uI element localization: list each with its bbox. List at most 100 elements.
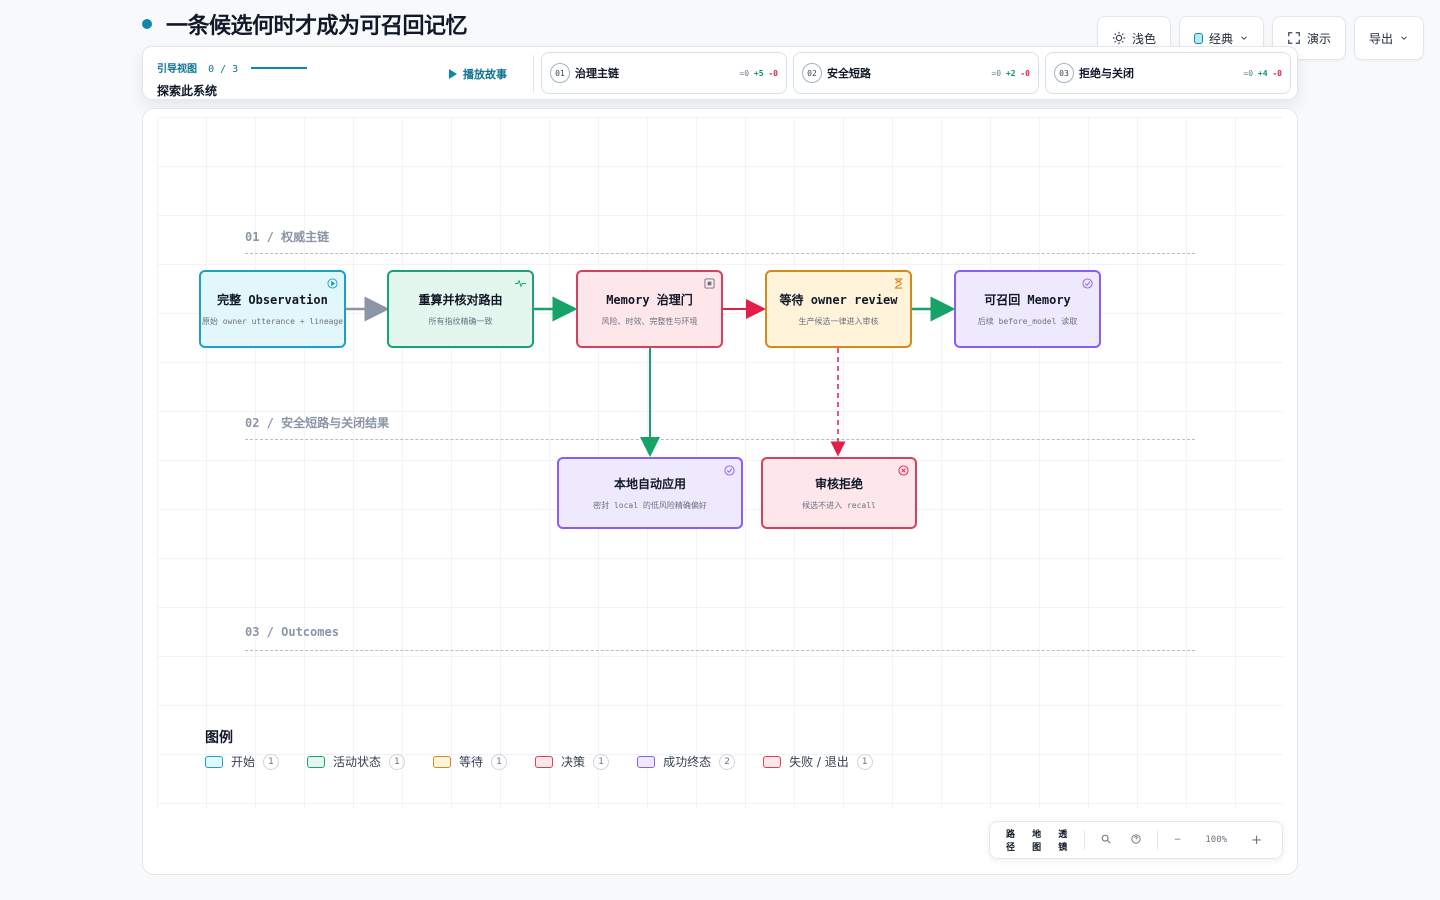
legend-swatch <box>535 755 554 768</box>
check-circle-icon <box>724 465 735 476</box>
node-auto-apply[interactable]: 本地自动应用 密封 local 的低风险精确偏好 <box>557 457 743 529</box>
legend-title: 图例 <box>205 730 233 746</box>
legend-label: 失败 / 退出 <box>789 755 849 769</box>
zoom-in-button[interactable]: + <box>1241 833 1272 848</box>
legend-swatch <box>763 755 782 768</box>
guide-bar: 引导视图 0 / 3 探索此系统 播放故事 01 治理主链 =0 +5 -0 0… <box>142 46 1298 100</box>
chapter-number: 03 <box>1054 63 1074 83</box>
node-recompute[interactable]: 重算并核对路由 所有指纹精确一致 <box>387 270 534 348</box>
node-subtitle: 生产候选一律进入审核 <box>798 317 879 326</box>
path-view-button[interactable]: 路径 <box>1000 827 1026 853</box>
diagram-canvas[interactable]: 01 / 权威主链 02 / 安全短路与关闭结果 03 / Outcomes 完… <box>142 108 1298 875</box>
page-title: 一条候选何时才成为可召回记忆 <box>166 14 468 39</box>
legend-count: 1 <box>856 753 873 770</box>
chapter-card-2[interactable]: 02 安全短路 =0 +2 -0 <box>793 52 1039 94</box>
node-observation[interactable]: 完整 Observation 原始 owner utterance + line… <box>199 270 346 348</box>
guide-divider <box>533 55 534 93</box>
controls-divider <box>1084 830 1086 850</box>
legend-count: 1 <box>491 753 508 770</box>
node-title: 可召回 Memory <box>984 293 1071 307</box>
legend-label: 开始 <box>231 755 256 769</box>
theme-label: 浅色 <box>1131 31 1156 46</box>
chapter-number: 02 <box>802 63 822 83</box>
play-icon <box>449 69 457 79</box>
node-governance-gate[interactable]: Memory 治理门 风险、时效、完整性与环境 <box>576 270 723 348</box>
hourglass-icon <box>894 278 903 289</box>
check-circle-icon <box>1082 278 1093 289</box>
guide-subtitle: 探索此系统 <box>157 84 218 98</box>
node-title: Memory 治理门 <box>606 293 693 307</box>
chapter-card-3[interactable]: 03 拒绝与关闭 =0 +4 -0 <box>1045 52 1291 94</box>
legend-count: 1 <box>389 753 406 770</box>
chapter-number: 01 <box>550 63 570 83</box>
node-subtitle: 候选不进入 recall <box>802 501 876 510</box>
title-dot <box>142 19 152 29</box>
controls-divider <box>1157 830 1158 850</box>
chapter-stats: =0 +4 -0 <box>1243 68 1282 78</box>
export-button[interactable]: 导出 <box>1353 16 1424 60</box>
style-swatch-icon <box>1193 32 1203 44</box>
node-title: 等待 owner review <box>779 293 898 307</box>
fullscreen-icon <box>1288 32 1300 44</box>
legend-item-wait[interactable]: 等待 1 <box>433 753 508 770</box>
legend-item-decision[interactable]: 决策 1 <box>535 753 610 770</box>
guide-progress-line <box>251 66 308 69</box>
style-label: 经典 <box>1208 31 1233 46</box>
sun-icon <box>1112 31 1126 45</box>
play-story-button[interactable]: 播放故事 <box>449 66 507 82</box>
pulse-icon <box>515 279 526 288</box>
chapter-title: 拒绝与关闭 <box>1079 67 1134 80</box>
canvas-controls: 路径 地图 透镜 − 100% + <box>989 821 1283 859</box>
node-title: 审核拒绝 <box>814 477 863 491</box>
legend-label: 活动状态 <box>333 755 382 769</box>
legend-item-failure[interactable]: 失败 / 退出 1 <box>763 753 873 770</box>
chapter-card-1[interactable]: 01 治理主链 =0 +5 -0 <box>541 52 787 94</box>
legend: 开始 1 活动状态 1 等待 1 决策 1 成功终态 2 失败 / 退出 1 <box>205 753 873 770</box>
node-title: 本地自动应用 <box>613 477 686 491</box>
legend-swatch <box>433 755 452 768</box>
chapter-stats: =0 +5 -0 <box>739 68 778 78</box>
guide-progress: 0 / 3 <box>208 64 239 75</box>
guide-label: 引导视图 <box>157 64 197 75</box>
legend-label: 决策 <box>561 755 586 769</box>
present-label: 演示 <box>1306 31 1331 46</box>
node-title: 完整 Observation <box>217 293 328 307</box>
zoom-out-button[interactable]: − <box>1164 835 1192 845</box>
legend-label: 等待 <box>459 755 484 769</box>
map-view-button[interactable]: 地图 <box>1026 827 1052 853</box>
chapter-title: 安全短路 <box>827 67 871 80</box>
chapter-stats: =0 +2 -0 <box>991 68 1030 78</box>
zoom-level: 100% <box>1205 835 1228 845</box>
node-review-rejected[interactable]: 审核拒绝 候选不进入 recall <box>761 457 917 529</box>
legend-count: 1 <box>263 753 280 770</box>
legend-swatch <box>205 755 223 768</box>
node-title: 重算并核对路由 <box>418 293 503 307</box>
square-dot-icon <box>704 278 715 289</box>
help-circle-icon <box>1131 833 1141 844</box>
page-title-row: 一条候选何时才成为可召回记忆 <box>142 8 468 40</box>
help-button[interactable] <box>1121 833 1151 847</box>
node-subtitle: 后续 before_model 读取 <box>977 317 1078 326</box>
chapter-title: 治理主链 <box>575 67 619 80</box>
play-circle-icon <box>327 278 338 289</box>
search-icon <box>1101 834 1111 844</box>
play-label: 播放故事 <box>463 68 507 81</box>
export-label: 导出 <box>1368 31 1393 46</box>
chevron-down-icon <box>1241 36 1247 40</box>
legend-label: 成功终态 <box>663 755 712 769</box>
legend-swatch <box>637 755 656 768</box>
search-button[interactable] <box>1091 834 1121 847</box>
legend-count: 1 <box>593 753 610 770</box>
node-subtitle: 风险、时效、完整性与环境 <box>601 317 698 326</box>
legend-item-success[interactable]: 成功终态 2 <box>637 753 736 770</box>
node-subtitle: 所有指纹精确一致 <box>428 317 493 326</box>
node-owner-review[interactable]: 等待 owner review 生产候选一律进入审核 <box>765 270 912 348</box>
node-subtitle: 密封 local 的低风险精确偏好 <box>593 501 707 510</box>
node-recallable-memory[interactable]: 可召回 Memory 后续 before_model 读取 <box>954 270 1101 348</box>
legend-item-start[interactable]: 开始 1 <box>205 753 280 770</box>
legend-count: 2 <box>719 753 736 770</box>
x-circle-icon <box>898 465 909 476</box>
legend-item-active[interactable]: 活动状态 1 <box>307 753 406 770</box>
lens-view-button[interactable]: 透镜 <box>1052 827 1078 853</box>
chevron-down-icon <box>1401 36 1407 40</box>
